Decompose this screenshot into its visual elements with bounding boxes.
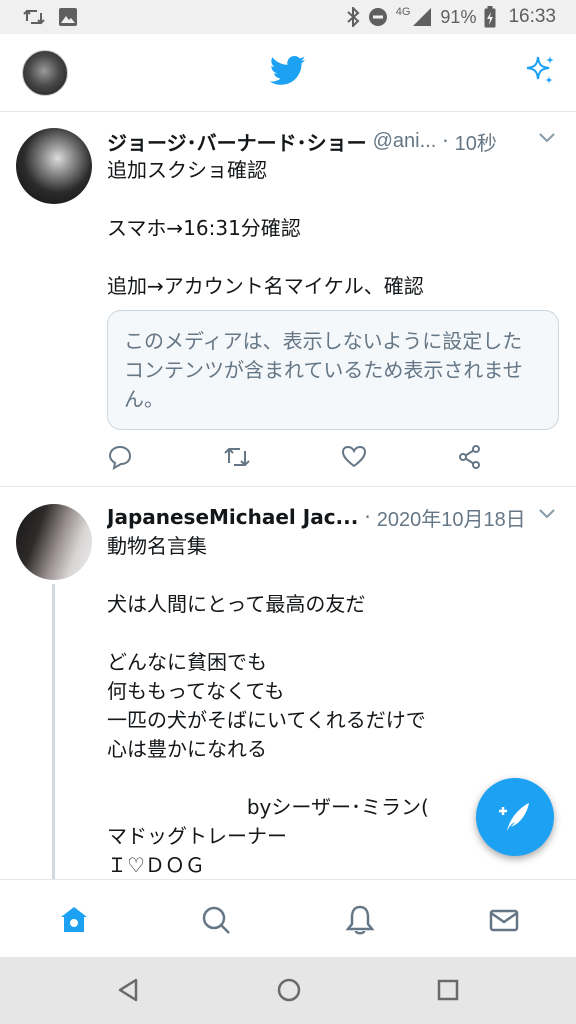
sensitive-media-notice[interactable]: このメディアは、表示しないように設定したコンテンツが含まれているため表示されませ… (107, 310, 559, 430)
battery-icon (484, 6, 496, 28)
battery-percent: 91% (440, 6, 477, 27)
separator: · (442, 129, 449, 153)
image-notification-icon (59, 8, 77, 26)
status-bar: 4G 91% 16:33 (0, 0, 576, 34)
tweet-text: 追加スクショ確認 スマホ→16:31分確認 追加→アカウント名マイケル、確認 (107, 158, 424, 298)
like-icon[interactable] (341, 444, 367, 470)
separator: · (364, 505, 371, 529)
home-tab[interactable] (58, 904, 90, 936)
display-name[interactable]: ジョージ･バーナード･ショー (107, 127, 367, 156)
timestamp: 2020年10月18日 (376, 508, 526, 531)
messages-tab[interactable] (488, 904, 520, 936)
recents-icon[interactable] (436, 977, 460, 1003)
thread-line (52, 584, 55, 884)
clock: 16:33 (508, 6, 556, 27)
handle[interactable]: @ani... (373, 130, 437, 153)
timestamp: 10秒 (454, 132, 497, 155)
system-navigation-bar (0, 957, 576, 1024)
retweet-icon[interactable] (223, 444, 251, 470)
notifications-tab[interactable] (344, 904, 376, 936)
display-name[interactable]: JapaneseMichael Jac... (107, 505, 358, 529)
app-header (0, 34, 576, 112)
search-tab[interactable] (200, 904, 232, 936)
share-icon[interactable] (457, 444, 483, 470)
avatar[interactable] (16, 128, 92, 204)
chevron-down-icon[interactable] (538, 132, 556, 144)
do-not-disturb-icon (368, 8, 387, 26)
retweet-notification-icon (23, 9, 45, 25)
back-icon[interactable] (116, 977, 140, 1003)
tweet-actions (107, 444, 487, 472)
compose-tweet-button[interactable] (476, 778, 554, 856)
tweet-header: ジョージ･バーナード･ショー @ani... · 10秒 (107, 126, 562, 156)
home-icon[interactable] (276, 977, 302, 1003)
compose-feather-icon (499, 803, 529, 831)
signal-icon (413, 8, 432, 26)
reply-icon[interactable] (107, 444, 133, 470)
chevron-down-icon[interactable] (538, 508, 556, 520)
twitter-bird-icon (270, 56, 306, 85)
profile-avatar[interactable] (22, 50, 68, 96)
bottom-tab-bar (0, 879, 576, 957)
tweet[interactable]: ジョージ･バーナード･ショー @ani... · 10秒 追加スクショ確認 スマ… (0, 112, 576, 487)
tweet-header: JapaneseMichael Jac... · 2020年10月18日 (107, 502, 562, 532)
avatar[interactable] (16, 504, 92, 580)
sparkle-icon[interactable] (524, 54, 558, 88)
bluetooth-icon (347, 7, 360, 27)
network-type: 4G (395, 6, 411, 18)
